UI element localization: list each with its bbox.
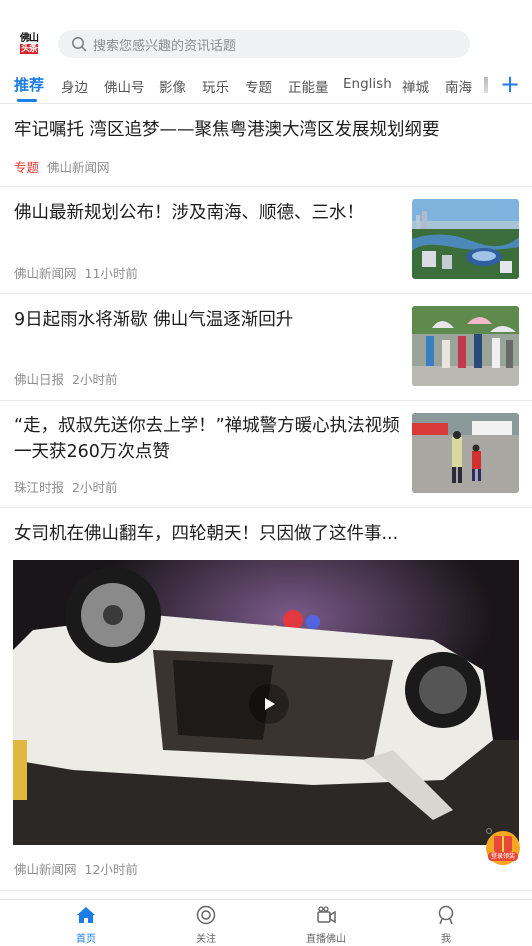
news-meta: 珠江时报 2小时前 bbox=[14, 477, 117, 496]
tab-nanhai[interactable]: 南海 bbox=[445, 76, 472, 96]
news-title: 9日起雨水将渐歇 佛山气温逐渐回升 bbox=[14, 310, 294, 330]
news-item[interactable]: 牢记嘱托 湾区追梦——聚焦粤港澳大湾区发展规划纲要 专题 佛山新闻网 bbox=[0, 104, 532, 187]
news-title: 佛山最新规划公布！涉及南海、顺德、三水！ bbox=[14, 203, 364, 223]
news-time: 2小时前 bbox=[72, 372, 118, 387]
news-time: 11小时前 bbox=[84, 266, 138, 281]
news-time: 2小时前 bbox=[72, 480, 118, 495]
nav-follow[interactable]: 关注 bbox=[166, 904, 246, 945]
tab-chancheng[interactable]: 禅城 bbox=[402, 76, 429, 96]
user-icon bbox=[438, 905, 454, 925]
play-icon bbox=[265, 698, 275, 710]
tab-nearby[interactable]: 身边 bbox=[61, 76, 88, 96]
bottom-navigation: 首页 关注 直播佛山 我 bbox=[0, 899, 532, 946]
live-camera-icon bbox=[317, 906, 336, 924]
news-meta: 佛山日报 2小时前 bbox=[14, 369, 117, 388]
news-item[interactable]: “走，叔叔先送你去上学！”禅城警方暖心执法视频一天获260万次点赞 珠江时报 2小… bbox=[0, 401, 532, 508]
follow-icon bbox=[196, 905, 216, 925]
nav-live-label: 直播佛山 bbox=[306, 934, 346, 945]
news-time: 12小时前 bbox=[84, 862, 138, 877]
topic-tag: 专题 bbox=[14, 160, 40, 175]
nav-home-label: 首页 bbox=[76, 934, 96, 945]
nav-home[interactable]: 首页 bbox=[46, 904, 126, 945]
news-source: 佛山日报 bbox=[14, 372, 65, 387]
nav-live-foshan[interactable]: 直播佛山 bbox=[286, 904, 366, 945]
tab-foshan-accounts[interactable]: 佛山号 bbox=[104, 76, 145, 96]
tab-images[interactable]: 影像 bbox=[159, 76, 186, 96]
app-header: 佛山 头条 搜索您感兴趣的资讯话题 bbox=[0, 0, 532, 68]
news-meta: 专题 佛山新闻网 bbox=[14, 157, 110, 176]
news-source: 佛山新闻网 bbox=[47, 160, 110, 175]
login-reward-label: 登录领奖 bbox=[490, 853, 515, 860]
news-title: “走，叔叔先送你去上学！”禅城警方暖心执法视频一天获260万次点赞 bbox=[14, 416, 400, 462]
add-channel-button[interactable]: + bbox=[500, 70, 520, 98]
active-tab-indicator bbox=[17, 99, 37, 102]
city-aerial-image[interactable] bbox=[412, 199, 519, 279]
tab-positive-energy[interactable]: 正能量 bbox=[288, 76, 329, 96]
home-icon bbox=[77, 907, 95, 923]
app-logo[interactable]: 佛山 头条 bbox=[17, 33, 41, 55]
tab-english[interactable]: English bbox=[343, 76, 392, 92]
tab-fun[interactable]: 玩乐 bbox=[202, 76, 229, 96]
overturned-car-video[interactable] bbox=[13, 560, 519, 845]
tab-recommend[interactable]: 推荐 bbox=[14, 74, 44, 95]
news-title: 牢记嘱托 湾区追梦——聚焦粤港澳大湾区发展规划纲要 bbox=[14, 120, 440, 140]
tabs-overflow-fade bbox=[484, 77, 488, 93]
logo-text-bottom: 头条 bbox=[19, 44, 38, 54]
nav-me-label: 我 bbox=[441, 934, 451, 945]
logo-text-top: 佛山 bbox=[20, 33, 39, 44]
play-button[interactable] bbox=[249, 684, 289, 724]
tab-topics[interactable]: 专题 bbox=[245, 76, 272, 96]
news-source: 佛山新闻网 bbox=[14, 862, 77, 877]
news-meta: 佛山新闻网 11小时前 bbox=[14, 263, 138, 282]
news-meta: 佛山新闻网 12小时前 bbox=[14, 859, 138, 878]
news-title: 女司机在佛山翻车，四轮朝天！只因做了这件事... bbox=[14, 524, 399, 544]
news-item[interactable]: 佛山最新规划公布！涉及南海、顺德、三水！ 佛山新闻网 11小时前 bbox=[0, 187, 532, 294]
search-icon bbox=[72, 37, 87, 52]
news-source: 珠江时报 bbox=[14, 480, 65, 495]
search-input[interactable]: 搜索您感兴趣的资讯话题 bbox=[58, 30, 470, 58]
nav-me[interactable]: 我 bbox=[406, 904, 486, 945]
police-child-crossing-image[interactable] bbox=[412, 413, 519, 493]
login-reward-badge[interactable]: 登录领奖 bbox=[484, 828, 522, 866]
gift-icon bbox=[486, 828, 520, 865]
category-tabs: 推荐 身边 佛山号 影像 玩乐 专题 正能量 English 禅城 南海 + bbox=[0, 68, 532, 104]
news-item[interactable]: 9日起雨水将渐歇 佛山气温逐渐回升 佛山日报 2小时前 bbox=[0, 294, 532, 401]
crowd-umbrellas-image[interactable] bbox=[412, 306, 519, 386]
search-placeholder: 搜索您感兴趣的资讯话题 bbox=[93, 38, 237, 54]
nav-follow-label: 关注 bbox=[196, 934, 216, 945]
news-source: 佛山新闻网 bbox=[14, 266, 77, 281]
